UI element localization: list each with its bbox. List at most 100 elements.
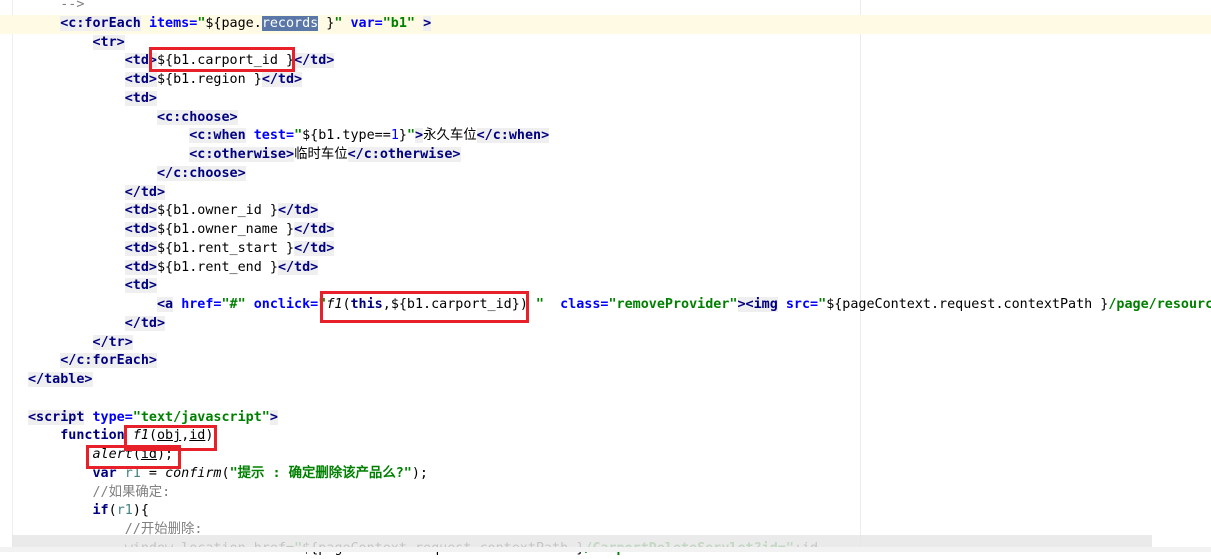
code-token: onclick= [253,297,319,312]
highlight-box-alert [86,445,181,469]
code-line[interactable]: </table> [28,371,1211,390]
code-line[interactable]: <td>${b1.rent_end }</td> [28,259,1211,278]
code-token: type= [92,409,133,425]
code-line[interactable]: </c:choose> [28,165,1211,184]
code-token: "removeProvider" [608,297,738,312]
code-editor[interactable]: --> <c:forEach items="${page.records }" … [0,0,1211,556]
code-token: ${b1.owner_id } [157,203,278,219]
code-token: </c:when> [476,128,550,144]
code-token: </td> [277,259,319,275]
code-token: " [406,128,415,144]
code-token: > [269,409,278,425]
code-token: ${b1.owner_name } [157,222,295,237]
code-line[interactable]: <c:when test="${b1.type==1}">永久车位</c:whe… [28,127,1211,146]
code-line[interactable]: <td> [28,90,1211,109]
code-token: <td> [124,90,157,106]
code-token: </td> [294,222,335,237]
code-line[interactable]: </td> [28,184,1211,203]
code-token: </td> [294,53,335,69]
code-token: href= [181,297,222,312]
code-token: } [318,15,335,31]
code-token: r1 [116,503,133,519]
code-token: src= [785,297,819,312]
code-token: ${b1.region } [157,72,262,87]
code-line[interactable]: var r1 = confirm("提示 : 确定删除该产品么?"); [28,465,1211,484]
code-token: test= [253,128,295,144]
code-token: "#" [221,297,246,312]
code-token: ( [221,465,230,481]
code-token: ( [108,503,117,519]
code-token: <td> [124,259,157,275]
code-area[interactable]: --> <c:forEach items="${page.records }" … [0,0,1211,559]
code-line[interactable]: <c:otherwise>临时车位</c:otherwise> [28,146,1211,165]
code-token: function [60,428,125,444]
code-token: </td> [277,203,319,219]
code-line[interactable]: </c:forEach> [28,352,1211,371]
code-token: </td> [261,72,303,87]
code-line[interactable]: <td>${b1.rent_start }</td> [28,240,1211,259]
code-line[interactable]: </td> [28,315,1211,334]
code-token: class= [560,297,609,312]
code-token: " [294,128,303,144]
code-token: > [415,128,424,144]
code-token: ){ [132,503,149,519]
code-token: var= [350,15,383,31]
horizontal-scrollbar[interactable] [0,547,1211,552]
code-token: --> [60,0,85,12]
code-token: </c:forEach> [60,353,157,369]
code-line[interactable]: </tr> [28,334,1211,353]
code-token: </tr> [92,334,133,350]
code-token: </table> [28,372,93,387]
code-line[interactable]: <a href="#" onclick="f1(this,${b1.carpor… [28,296,1211,315]
code-line[interactable]: <td>${b1.owner_name }</td> [28,221,1211,240]
code-token: } [398,128,407,144]
code-line[interactable]: <td>${b1.region }</td> [28,71,1211,90]
code-line[interactable]: //如果确定: [28,484,1211,503]
code-token: ${page. [205,15,262,31]
code-token: <a [157,297,174,312]
code-token: 1 [390,128,399,144]
code-token: ${b1.rent_end } [157,259,278,275]
code-token: " [527,297,544,312]
code-token: <td> [124,203,157,219]
code-token: <c:otherwise> [189,147,295,162]
code-token: records [261,15,319,31]
code-token: "提示 : 确定删除该产品么?" [229,465,412,481]
code-line[interactable]: <c:choose> [28,109,1211,128]
code-token: //如果确定: [92,484,171,500]
code-token: <td> [124,222,157,237]
code-token: "b1" [382,15,415,31]
code-token: ${b1.rent_start } [157,240,295,256]
code-token: items= [148,15,198,31]
code-line[interactable] [28,390,1211,409]
code-token: </c:choose> [157,165,246,181]
code-line[interactable]: <c:forEach items="${page.records }" var=… [0,14,1211,34]
code-token: <c:choose> [157,109,238,125]
code-token: > [423,15,432,31]
gutter-divider [12,0,13,552]
code-line[interactable]: <td> [28,277,1211,296]
code-token: <script [28,409,85,425]
code-token: </c:otherwise> [347,147,461,162]
code-token: <c:when [189,128,246,144]
code-line[interactable]: --> [28,0,1211,15]
code-token: ><img [737,297,778,312]
code-line[interactable]: if(r1){ [28,502,1211,521]
code-token: <td> [124,240,157,256]
code-token: </td> [124,184,166,200]
highlight-box-carport-id [149,47,295,72]
code-token: </td> [124,315,166,331]
code-token: "text/javascript" [132,409,270,425]
code-token: <c:forEach [60,15,141,31]
code-token: 临时车位 [294,147,348,162]
code-line[interactable]: <td>${b1.owner_id }</td> [28,202,1211,221]
